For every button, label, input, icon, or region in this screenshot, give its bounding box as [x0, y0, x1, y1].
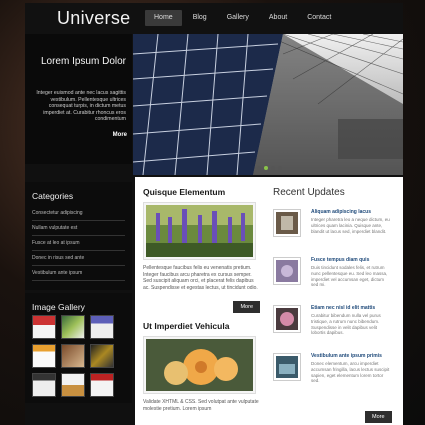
- gallery-thumb[interactable]: [61, 344, 85, 368]
- update-text: Integer pharetra leo a neque dictum, eu …: [311, 217, 390, 234]
- gallery-thumb[interactable]: [61, 373, 85, 397]
- site-logo[interactable]: Universe: [57, 8, 130, 29]
- main-content: Quisque Elementum Pellentesque faucibus …: [135, 177, 403, 425]
- update-item[interactable]: Etiam nec nisl id elit mattis Curabitur …: [273, 305, 395, 347]
- gallery-thumb[interactable]: [90, 344, 114, 368]
- categories-list: Consectetur adipiscing Nullam vulputate …: [32, 206, 125, 281]
- update-item[interactable]: Aliquam adipiscing lacus Integer pharetr…: [273, 209, 395, 251]
- hero-more-link[interactable]: More: [113, 132, 127, 138]
- update-text: Donec elementum, arcu imperdiet accumsan…: [311, 361, 390, 384]
- update-text: Curabitur bibendum nulla vel purus trist…: [311, 313, 381, 336]
- update-thumb[interactable]: [273, 305, 301, 333]
- categories-title: Categories: [32, 191, 74, 201]
- update-title[interactable]: Vestibulum ante ipsum primis: [311, 353, 382, 359]
- category-link[interactable]: Nullam vulputate est: [32, 221, 125, 236]
- update-thumb[interactable]: [273, 353, 301, 381]
- hero-title: Lorem Ipsum Dolor: [40, 56, 126, 67]
- gallery-thumb[interactable]: [32, 344, 56, 368]
- page-frame: Universe Home Blog Gallery About Contact…: [25, 3, 403, 425]
- gallery-thumb[interactable]: [32, 315, 56, 339]
- slider-dot[interactable]: [278, 166, 282, 170]
- category-link[interactable]: Consectetur adipiscing: [32, 206, 125, 221]
- hero-text: Integer euismod ante nec lacus sagittis …: [36, 90, 126, 123]
- post-excerpt: Pellentesque faucibus felis eu venenatis…: [143, 265, 258, 291]
- post-title[interactable]: Quisque Elementum: [143, 187, 260, 197]
- post-excerpt: Validate XHTML & CSS. Sed volutpat ante …: [143, 399, 259, 412]
- slider-dots: [257, 166, 282, 170]
- post-more-button[interactable]: More: [233, 301, 260, 314]
- nav-gallery[interactable]: Gallery: [218, 10, 258, 26]
- update-title[interactable]: Etiam nec nisl id elit mattis: [311, 305, 375, 311]
- update-item[interactable]: Vestibulum ante ipsum primis Donec eleme…: [273, 353, 395, 395]
- recent-updates: Recent Updates Aliquam adipiscing lacus …: [273, 187, 395, 423]
- hero-caption: Lorem Ipsum Dolor Integer euismod ante n…: [25, 34, 132, 164]
- slider-dot[interactable]: [271, 166, 275, 170]
- hero-slide-image[interactable]: [133, 34, 403, 175]
- post-image[interactable]: [143, 202, 256, 260]
- slider-dot[interactable]: [257, 166, 261, 170]
- category-link[interactable]: Donec in risus sed ante: [32, 251, 125, 266]
- nav-about[interactable]: About: [260, 10, 296, 26]
- gallery-thumbs: [32, 315, 114, 397]
- posts-column: Quisque Elementum Pellentesque faucibus …: [143, 187, 260, 413]
- category-link[interactable]: Vestibulum ante ipsum: [32, 266, 125, 281]
- post-image[interactable]: [143, 336, 256, 395]
- nav-contact[interactable]: Contact: [298, 10, 340, 26]
- gallery-thumb[interactable]: [90, 315, 114, 339]
- recent-updates-title: Recent Updates: [273, 187, 345, 198]
- main-nav: Home Blog Gallery About Contact: [145, 10, 340, 26]
- category-link[interactable]: Fusce at leo at ipsum: [32, 236, 125, 251]
- header: Universe Home Blog Gallery About Contact: [25, 3, 403, 34]
- gallery-thumb[interactable]: [61, 315, 85, 339]
- update-item[interactable]: Fusce tempus diam quis Duis tincidunt so…: [273, 257, 395, 299]
- image-gallery-panel: Image Gallery: [25, 293, 132, 403]
- gallery-thumb[interactable]: [32, 373, 56, 397]
- nav-home[interactable]: Home: [145, 10, 182, 26]
- updates-more-button[interactable]: More: [365, 411, 392, 423]
- gallery-thumb[interactable]: [90, 373, 114, 397]
- update-text: Duis tincidunt sodales felis, et rutrum …: [311, 265, 388, 288]
- nav-blog[interactable]: Blog: [184, 10, 216, 26]
- categories-panel: Categories Consectetur adipiscing Nullam…: [25, 182, 132, 290]
- slider-dot-active[interactable]: [264, 166, 268, 170]
- gallery-title: Image Gallery: [32, 302, 85, 312]
- update-thumb[interactable]: [273, 209, 301, 237]
- update-title[interactable]: Fusce tempus diam quis: [311, 257, 369, 263]
- update-thumb[interactable]: [273, 257, 301, 285]
- update-title[interactable]: Aliquam adipiscing lacus: [311, 209, 371, 215]
- post-title[interactable]: Ut Imperdiet Vehicula: [143, 321, 260, 331]
